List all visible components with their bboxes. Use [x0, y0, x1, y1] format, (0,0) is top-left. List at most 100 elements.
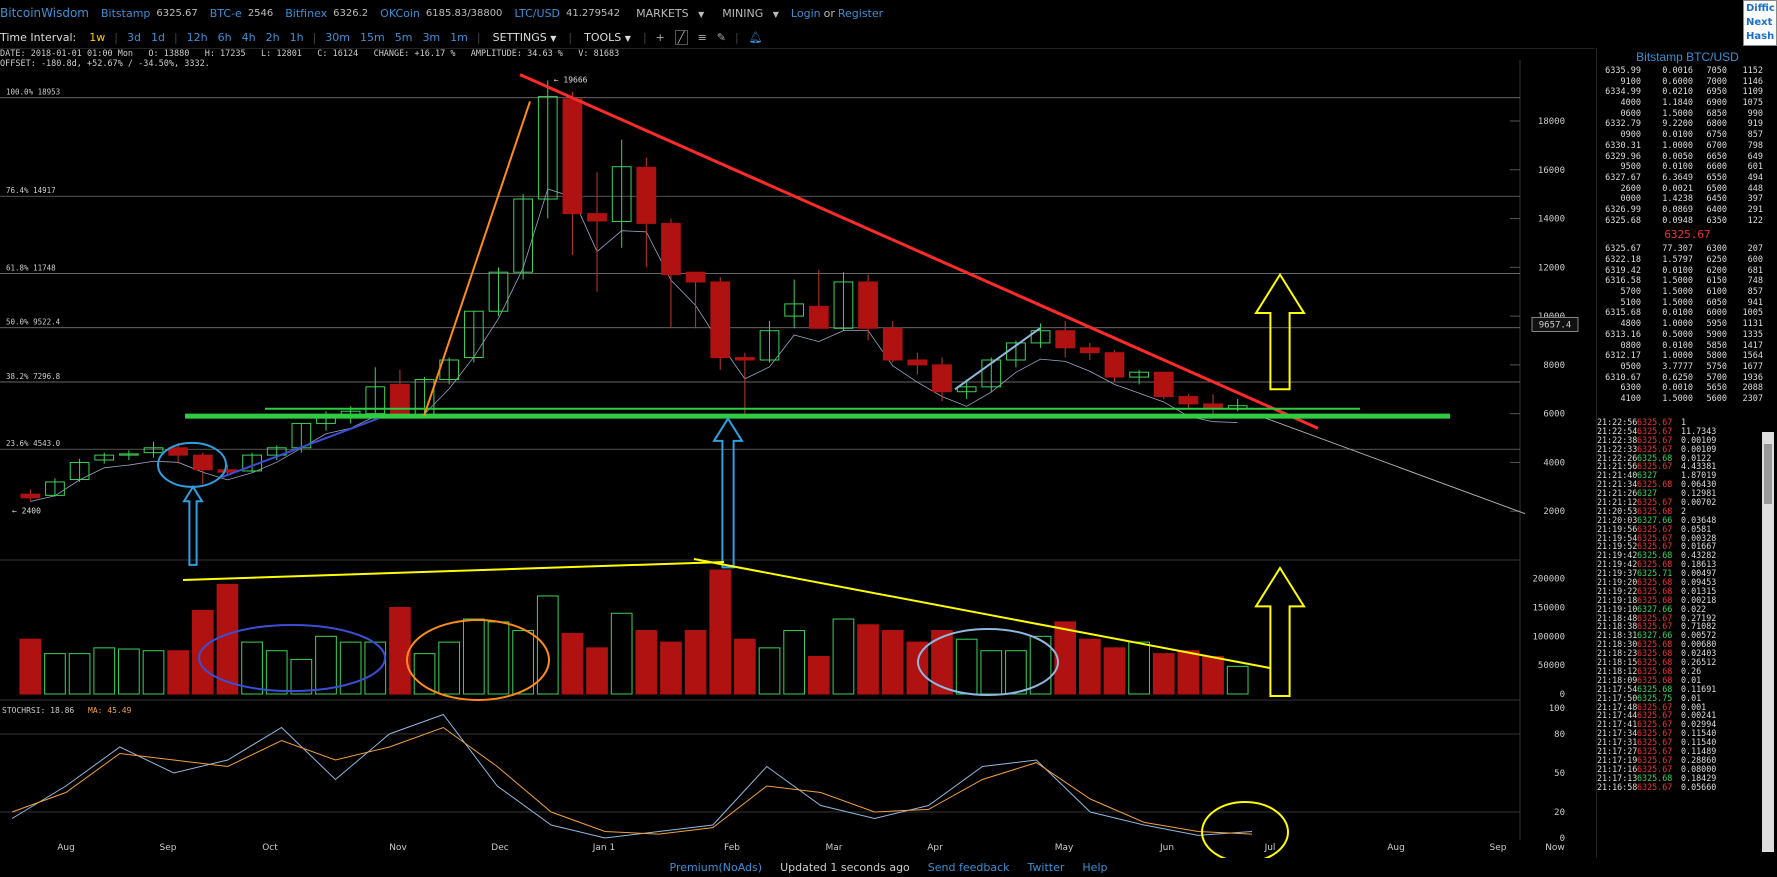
interval-5m[interactable]: 5m — [395, 31, 413, 44]
tools-menu[interactable]: TOOLS ▼ — [584, 31, 631, 44]
order-book-panel: Bitstamp BTC/USD 6335.99 0.0016 7050 1152 91… — [1596, 48, 1777, 858]
brand-logo[interactable]: BitcoinWisdom — [0, 6, 89, 20]
bid-row: 6322.18 1.5797 6250 600 — [1597, 255, 1777, 266]
ask-row-cell: 0.0948 — [1662, 215, 1693, 226]
premium-link[interactable]: Premium(NoAds) — [670, 861, 763, 874]
divider: | — [642, 30, 647, 44]
volume-tick-label: 150000 — [1532, 603, 1565, 613]
ask-list: 6335.99 0.0016 7050 1152 9100 0.6000 7000 1146 6… — [1597, 66, 1777, 226]
ask-row-cell: 6334.99 — [1605, 87, 1641, 98]
rsi-tick-label: 20 — [1554, 808, 1565, 818]
interval-30m[interactable]: 30m — [325, 31, 350, 44]
toolbar: Time Interval: 1w | 3d 1d | 12h 6h 4h 2h… — [0, 26, 1595, 49]
register-link[interactable]: Register — [838, 7, 883, 20]
divider: | — [114, 30, 118, 44]
candle-body — [661, 222, 681, 276]
ticker-bitstamp-label[interactable]: Bitstamp — [101, 7, 150, 20]
divider: | — [173, 30, 178, 44]
volume-bar — [315, 635, 337, 695]
volume-bar — [1103, 647, 1126, 695]
feedback-link[interactable]: Send feedback — [928, 861, 1010, 874]
ticker-bitfinex-value: 6326.2 — [333, 7, 369, 19]
bid-row: 6313.16 0.5000 5900 1335 — [1597, 330, 1777, 341]
volume-tick-label: 0 — [1560, 690, 1565, 700]
pen-tool-icon[interactable]: ✎ — [717, 31, 726, 44]
interval-3m[interactable]: 3m — [422, 31, 440, 44]
ticker-okcoin-label[interactable]: OKCoin — [380, 7, 420, 20]
ask-row-cell: 0.0210 — [1662, 87, 1693, 98]
settings-menu[interactable]: SETTINGS ▼ — [493, 31, 557, 44]
bid-row: 4100 1.5000 5600 2307 — [1597, 394, 1777, 405]
bid-row-cell: 77.307 — [1662, 244, 1693, 255]
ask-row: 6325.68 0.0948 6350 122 — [1597, 216, 1777, 227]
interval-1m[interactable]: 1m — [450, 31, 468, 44]
ask-row: 0000 1.4238 6450 397 — [1597, 194, 1777, 205]
bid-row-cell: 1.0000 — [1662, 319, 1693, 330]
ticker-btce-label[interactable]: BTC-e — [210, 7, 242, 20]
ask-row-cell: 6400 — [1706, 204, 1727, 215]
volume-bar — [709, 569, 732, 695]
interval-3d[interactable]: 3d — [127, 31, 141, 44]
x-tick-label: Now — [1545, 843, 1565, 853]
bid-row-cell: 5950 — [1706, 319, 1727, 330]
ask-row: 6334.99 0.0210 6950 1109 — [1597, 87, 1777, 98]
x-tick-label: Nov — [389, 843, 407, 853]
interval-1w[interactable]: 1w — [89, 31, 105, 44]
markets-menu[interactable]: MARKETS ▼ — [636, 7, 710, 20]
ask-row-cell: 6335.99 — [1605, 66, 1641, 76]
interval-6h[interactable]: 6h — [218, 31, 232, 44]
scrollbar-thumb[interactable] — [1764, 444, 1772, 504]
ticker-ltc-label[interactable]: LTC/USD — [514, 7, 560, 20]
bid-row-cell: 5800 — [1706, 351, 1727, 362]
line-tool-icon[interactable]: ╱ — [674, 29, 688, 45]
fib-label: 23.6% 4543.0 — [6, 439, 61, 448]
interval-4h[interactable]: 4h — [242, 31, 256, 44]
candle-body — [562, 98, 583, 215]
ask-row-cell: 6950 — [1706, 87, 1727, 98]
volume-bar — [44, 653, 66, 695]
bid-row-cell: 6250 — [1706, 255, 1727, 265]
bid-row-cell: 6310.67 — [1605, 372, 1641, 383]
chart-grid — [0, 60, 1521, 840]
ask-row-cell: 6850 — [1706, 108, 1727, 119]
candle-body — [1055, 330, 1076, 349]
ask-row-cell: 6450 — [1706, 194, 1727, 205]
trade-scrollbar[interactable] — [1762, 432, 1774, 852]
bid-row-cell: 4800 — [1620, 319, 1641, 330]
fib-tool-icon[interactable]: ≡ — [698, 31, 707, 44]
x-tick-label: May — [1055, 843, 1074, 853]
interval-2h[interactable]: 2h — [266, 31, 280, 44]
ask-row-cell: 6800 — [1706, 119, 1727, 130]
interval-12h[interactable]: 12h — [187, 31, 208, 44]
divider: | — [476, 30, 481, 44]
bid-row-cell: 6312.17 — [1605, 351, 1641, 362]
ask-row-cell: 649 — [1747, 151, 1763, 162]
bell-icon[interactable]: 🔔︎ — [749, 31, 763, 44]
footer: Premium(NoAds) Updated 1 seconds ago Sen… — [0, 858, 1777, 877]
fib-label: 76.4% 14917 — [6, 186, 56, 195]
volume-bar — [93, 647, 116, 695]
crosshair-icon[interactable]: + — [656, 31, 665, 44]
volume-bar — [783, 630, 806, 695]
candle-body — [192, 454, 213, 471]
x-tick-label: Jun — [1159, 843, 1174, 853]
candle-info-line1: DATE: 2018-01-01 01:00 Mon O: 13880 H: 1… — [0, 49, 620, 59]
login-link[interactable]: Login — [791, 7, 821, 20]
volume-bar — [512, 630, 534, 695]
help-link[interactable]: Help — [1082, 861, 1107, 874]
interval-15m[interactable]: 15m — [360, 31, 385, 44]
ticker-okcoin-value: 6185.83/38800 — [425, 7, 503, 19]
price-chart[interactable]: 100.0% 18953 76.4% 14917 61.8% 11748 50.0% … — [0, 60, 1596, 858]
twitter-link[interactable]: Twitter — [1028, 861, 1065, 874]
trade-row-cell: 21:16:58 — [1597, 781, 1638, 792]
mining-menu-label: MINING — [722, 6, 764, 20]
candle-body — [636, 166, 657, 224]
mining-menu[interactable]: MINING ▼ — [722, 7, 785, 20]
bid-row: 6310.67 0.6250 5700 1936 — [1597, 373, 1777, 384]
difficulty-widget[interactable]: Diffic Next Hash — [1743, 0, 1777, 46]
ticker-bitfinex-label[interactable]: Bitfinex — [285, 7, 327, 20]
divider: | — [312, 30, 317, 44]
interval-1h[interactable]: 1h — [290, 31, 304, 44]
interval-1d[interactable]: 1d — [151, 31, 165, 44]
bid-row-cell: 681 — [1747, 265, 1763, 276]
